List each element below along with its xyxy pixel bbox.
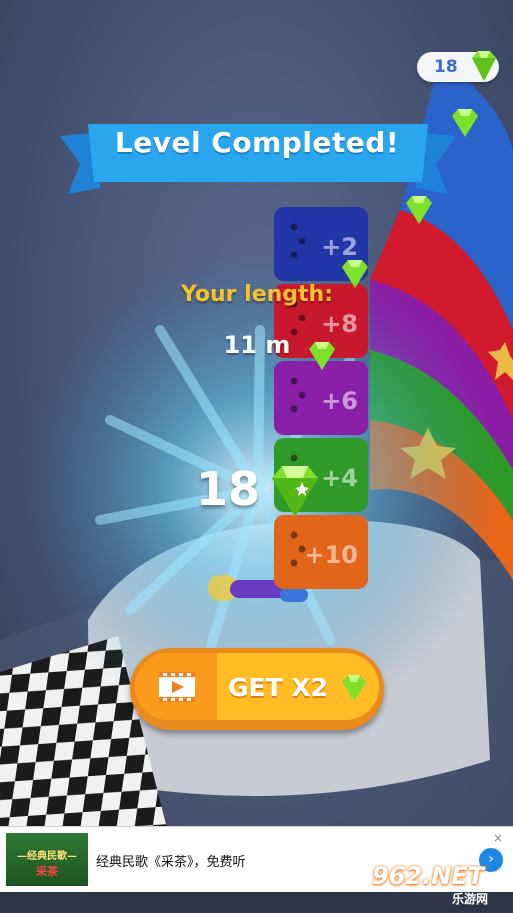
tower-block-label: +4 [321, 464, 358, 492]
tower-block-dot [298, 314, 306, 322]
reward-gem-icon [272, 466, 318, 517]
watermark-subtitle: 乐游网 [452, 892, 489, 906]
tower-block-dot [290, 405, 298, 413]
ad-thumbnail-subtitle: 采茶 [36, 865, 58, 878]
get-x2-label: GET X2 [228, 673, 329, 702]
tower-block-label: +8 [321, 310, 358, 338]
level-completed-title: Level Completed! [114, 126, 400, 159]
ad-thumbnail-caption: —经典民歌— [17, 851, 77, 862]
tower-block-dot [290, 377, 298, 385]
tower-block-dot [290, 223, 298, 231]
get-x2-button[interactable]: GET X2 [130, 648, 384, 730]
video-ad-icon [159, 672, 195, 702]
ad-title[interactable]: 经典民歌《采茶》，免费听 [96, 851, 246, 870]
ad-thumbnail[interactable]: —经典民歌— 采茶 [6, 833, 88, 886]
gem-icon [342, 675, 366, 701]
gem-icon [472, 51, 496, 81]
tower-block-label: +6 [321, 387, 358, 415]
tower-block-label: +2 [321, 233, 358, 261]
ad-close-icon[interactable]: × [493, 831, 503, 845]
length-label: Your length: [180, 282, 334, 307]
tower-block-dot [290, 454, 298, 462]
tower-block-dot [298, 391, 306, 399]
tower-block-dot [290, 531, 298, 539]
gem-count: 18 [434, 57, 458, 77]
reward-amount: 18 [196, 462, 261, 516]
tower-block-dot [290, 251, 298, 259]
length-value: 11 m [223, 331, 291, 359]
tower-block-dot [290, 559, 298, 567]
flying-gem-icon [406, 196, 432, 224]
flying-gem-icon [452, 109, 478, 137]
tower-block-dot [298, 237, 306, 245]
bottom-strip [0, 892, 513, 913]
tower-block-label: +10 [304, 541, 358, 569]
watermark-logo: 962.NET [372, 862, 485, 890]
